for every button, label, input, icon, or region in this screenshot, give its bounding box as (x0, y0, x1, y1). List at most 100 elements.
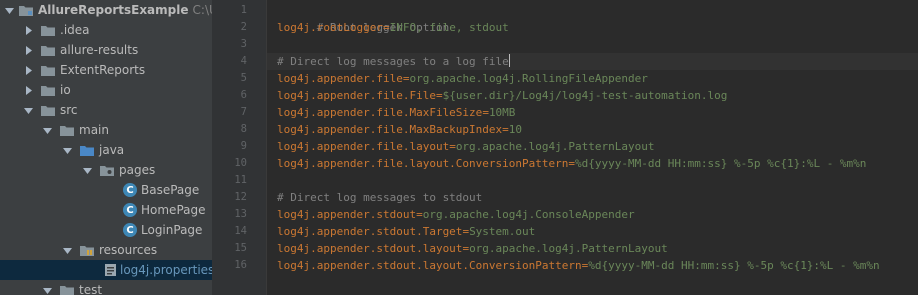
folder-icon (41, 25, 55, 36)
property-equals: = (416, 208, 423, 221)
collapsed-arrow-icon[interactable] (23, 25, 33, 35)
tree-item-pages[interactable]: pages (0, 160, 212, 180)
line-number: 2 (240, 21, 247, 33)
code-line-property: log4j.appender.file.layout=org.apache.lo… (277, 138, 655, 155)
tree-item-label: ExtentReports (60, 63, 146, 77)
tree-item-label: pages (119, 163, 156, 177)
property-value: org.apache.log4j.PatternLayout (469, 242, 668, 255)
code-line-property: log4j.appender.stdout.layout=org.apache.… (277, 240, 668, 257)
tree-item-homepage[interactable]: C HomePage (0, 200, 212, 220)
expanded-arrow-icon[interactable] (62, 245, 72, 255)
tree-item-label: HomePage (141, 203, 206, 217)
tree-item-loginpage[interactable]: C LoginPage (0, 220, 212, 240)
module-folder-icon (19, 5, 33, 16)
text-caret (508, 54, 510, 67)
java-class-icon: C (123, 203, 137, 217)
tree-item-label: src (60, 103, 78, 117)
expanded-arrow-icon[interactable] (4, 5, 14, 15)
comment-text: # Direct log messages to stdout (277, 191, 483, 204)
expanded-arrow-icon[interactable] (23, 105, 33, 115)
tree-item-test[interactable]: test (0, 280, 212, 295)
line-number: 15 (234, 242, 247, 254)
expanded-arrow-icon[interactable] (82, 165, 92, 175)
folder-icon (41, 85, 55, 96)
line-number: 16 (234, 259, 247, 271)
property-equals: = (435, 89, 443, 102)
folder-icon (60, 285, 74, 295)
tree-item-label: resources (99, 243, 158, 257)
collapsed-arrow-icon[interactable] (23, 45, 33, 55)
line-number-gutter[interactable]: 1 2 3 4 5 6 7 8 9 10 11 12 13 14 15 16 (212, 0, 267, 295)
tree-item-label: test (79, 283, 103, 295)
code-line-property: log4j.appender.file.layout.ConversionPat… (277, 155, 866, 172)
code-line-property: log4j.appender.stdout=org.apache.log4j.C… (277, 206, 635, 223)
property-equals: = (382, 21, 390, 34)
property-equals: = (449, 140, 456, 153)
collapsed-arrow-icon[interactable] (23, 85, 33, 95)
collapsed-arrow-icon[interactable] (23, 65, 33, 75)
tree-item-root[interactable]: AllureReportsExample C:\Users\ (0, 0, 212, 20)
tree-item-log4j-properties[interactable]: log4j.properties (0, 260, 212, 280)
expanded-arrow-icon[interactable] (62, 145, 72, 155)
line-number: 13 (234, 208, 247, 220)
property-value: INFO, file, stdout (389, 21, 509, 34)
line-number: 8 (240, 123, 247, 135)
line-number: 12 (234, 191, 247, 203)
project-tree[interactable]: AllureReportsExample C:\Users\ .idea all… (0, 0, 212, 295)
resources-folder-icon (80, 245, 94, 256)
property-key: log4j.appender.stdout (277, 208, 417, 221)
comment-text: # Direct log messages to a log file (277, 55, 509, 68)
property-key: log4j.appender.file.layout.ConversionPat… (277, 157, 569, 170)
line-number: 7 (240, 106, 247, 118)
folder-icon (60, 125, 74, 136)
tree-item-basepage[interactable]: C BasePage (0, 180, 212, 200)
tree-item-label: BasePage (141, 183, 200, 197)
property-value: %d{yyyy-MM-dd HH:mm:ss} %-5p %c{1}:%L - … (588, 259, 880, 272)
line-number: 11 (234, 174, 247, 186)
package-icon (100, 165, 114, 176)
line-number: 1 (240, 4, 247, 16)
property-value: System.out (469, 225, 536, 238)
code-line-property: log4j.appender.file.File=${user.dir}/Log… (277, 87, 727, 104)
folder-icon (41, 65, 55, 76)
tree-item-src[interactable]: src (0, 100, 212, 120)
tree-item-extentreports[interactable]: ExtentReports (0, 60, 212, 80)
code-editor[interactable]: # Root logger option log4j.rootLogger=IN… (267, 0, 918, 295)
tree-item-java[interactable]: java (0, 140, 212, 160)
property-equals: = (502, 123, 509, 136)
property-key: log4j.appender.file.layout (277, 140, 450, 153)
line-number: 10 (234, 157, 247, 169)
tree-item-label: java (99, 143, 125, 157)
property-key: log4j.appender.file.MaxFileSize (277, 106, 483, 119)
property-key: log4j.appender.file.File (277, 89, 436, 102)
property-value: org.apache.log4j.PatternLayout (455, 140, 655, 153)
expanded-arrow-icon[interactable] (42, 285, 52, 295)
tree-item-resources[interactable]: resources (0, 240, 212, 260)
tree-item-idea[interactable]: .idea (0, 20, 212, 40)
tree-item-label: allure-results (60, 43, 139, 57)
property-key: log4j.appender.stdout.Target (277, 225, 463, 238)
expanded-arrow-icon[interactable] (42, 125, 52, 135)
ide-window: AllureReportsExample C:\Users\ .idea all… (0, 0, 918, 295)
java-class-icon: C (123, 223, 137, 237)
code-line-property: log4j.appender.file=org.apache.log4j.Rol… (277, 70, 648, 87)
line-number: 5 (240, 72, 247, 84)
tree-item-label: io (60, 83, 71, 97)
property-value: org.apache.log4j.ConsoleAppender (422, 208, 635, 221)
tree-item-main[interactable]: main (0, 120, 212, 140)
tree-item-io[interactable]: io (0, 80, 212, 100)
tree-item-allure-results[interactable]: allure-results (0, 40, 212, 60)
code-line-property: log4j.appender.stdout.layout.ConversionP… (277, 257, 880, 274)
code-line-comment: # Direct log messages to a log file (277, 53, 510, 70)
java-class-icon: C (123, 183, 137, 197)
tree-item-label: LoginPage (141, 223, 203, 237)
tree-item-label: .idea (60, 23, 90, 37)
property-value: 10MB (488, 106, 516, 119)
line-number: 6 (240, 89, 247, 101)
property-key: log4j.rootLogger (277, 21, 383, 34)
folder-icon (41, 105, 55, 116)
code-line-comment: # Root logger option (277, 2, 449, 34)
code-line-property: log4j.rootLogger=INFO, file, stdout (277, 19, 509, 36)
property-value: ${user.dir}/Log4j/log4j-test-automation.… (442, 89, 728, 102)
line-number: 3 (240, 38, 247, 50)
